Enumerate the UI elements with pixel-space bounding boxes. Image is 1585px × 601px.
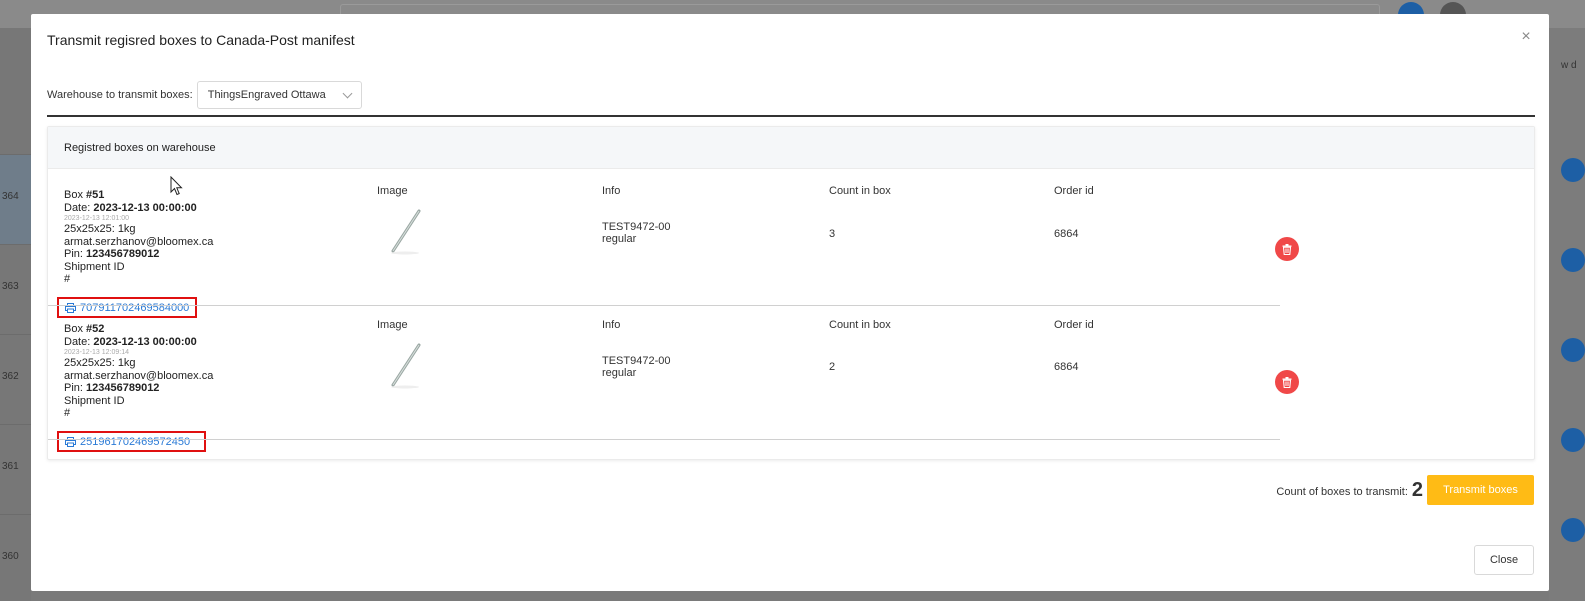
- count-value: 2: [1411, 478, 1423, 501]
- registered-boxes-card: Registred boxes on warehouse Box #51 Dat…: [47, 126, 1535, 460]
- background-row-id: 363: [0, 244, 31, 334]
- background-row-id: 360: [0, 514, 31, 601]
- box-info: TEST9472-00 regular: [602, 355, 670, 379]
- shipment-id-label: Shipment ID: [64, 394, 125, 407]
- printer-icon: [65, 436, 76, 447]
- background-left-column: 364 363 362 361 360: [0, 28, 31, 601]
- info-sku: TEST9472-00: [602, 221, 671, 233]
- date-label: Date:: [64, 335, 94, 348]
- background-action-icon: [1561, 428, 1585, 452]
- box-pin: 123456789012: [86, 248, 160, 260]
- tracking-link[interactable]: 707911702469584000: [57, 297, 197, 318]
- product-image: [391, 343, 421, 389]
- card-title: Registred boxes on warehouse: [48, 127, 1534, 169]
- count-label: Count of boxes to transmit:: [1276, 486, 1408, 498]
- column-header-count: Count in box: [829, 185, 891, 197]
- trash-icon: [1282, 243, 1292, 255]
- box-order-id: 6864: [1054, 361, 1079, 373]
- pin-label: Pin:: [64, 382, 87, 394]
- box-count: 2: [829, 361, 836, 373]
- date-label: Date:: [64, 201, 94, 214]
- mouse-cursor-icon: [170, 176, 183, 196]
- info-type: regular: [602, 367, 637, 379]
- column-header-order: Order id: [1054, 185, 1094, 197]
- trash-icon: [1282, 376, 1292, 388]
- box-email: armat.serzhanov@bloomex.ca: [64, 235, 214, 248]
- info-sku: TEST9472-00: [602, 355, 671, 367]
- tracking-number: 251961702469572450: [80, 435, 191, 448]
- box-pin: 123456789012: [86, 382, 160, 394]
- tracking-number: 707911702469584000: [80, 301, 190, 314]
- transmit-boxes-button[interactable]: Transmit boxes: [1427, 475, 1534, 505]
- background-header-text: w d: [1561, 60, 1577, 71]
- pin-label: Pin:: [64, 248, 87, 260]
- printer-icon: [65, 302, 76, 313]
- chevron-down-icon: [342, 88, 353, 98]
- transmit-count-row: Count of boxes to transmit: 2 Transmit b…: [1276, 475, 1534, 505]
- background-row-id: 364: [0, 154, 31, 244]
- background-row-id: 361: [0, 424, 31, 514]
- warehouse-select[interactable]: ThingsEngraved Ottawa: [196, 81, 362, 109]
- background-action-icon: [1561, 158, 1585, 182]
- row-separator: [48, 439, 1280, 440]
- box-label: Box: [64, 189, 87, 201]
- delete-box-button[interactable]: [1275, 237, 1299, 261]
- box-date: 2023-12-13 00:00:00: [93, 201, 197, 214]
- box-details: Box #52 Date: 2023-12-13 00:00:00 2023-1…: [64, 323, 213, 420]
- background-action-icon: [1561, 338, 1585, 362]
- transmit-modal: Transmit regisred boxes to Canada-Post m…: [31, 14, 1549, 591]
- box-count: 3: [829, 228, 836, 240]
- box-email: armat.serzhanov@bloomex.ca: [64, 369, 214, 382]
- column-header-info: Info: [602, 185, 621, 197]
- shipment-hash: #: [64, 407, 71, 419]
- box-date: 2023-12-13 00:00:00: [93, 335, 197, 348]
- delete-box-button[interactable]: [1275, 370, 1299, 394]
- info-type: regular: [602, 233, 637, 245]
- shipment-id-label: Shipment ID: [64, 260, 125, 273]
- close-button[interactable]: Close: [1474, 545, 1534, 575]
- background-action-icon: [1561, 248, 1585, 272]
- tracking-link[interactable]: 251961702469572450: [57, 431, 206, 452]
- warehouse-row: Warehouse to transmit boxes: ThingsEngra…: [47, 81, 362, 109]
- column-header-image: Image: [377, 185, 408, 197]
- box-dimensions: 25x25x25: 1kg: [64, 223, 136, 235]
- warehouse-selected-value: ThingsEngraved Ottawa: [207, 89, 326, 101]
- box-order-id: 6864: [1054, 228, 1079, 240]
- box-details: Box #51 Date: 2023-12-13 00:00:00 2023-1…: [64, 189, 213, 286]
- product-image: [391, 209, 421, 255]
- shipment-hash: #: [64, 273, 71, 285]
- box-dimensions: 25x25x25: 1kg: [64, 357, 136, 369]
- box-info: TEST9472-00 regular: [602, 221, 670, 245]
- box-label: Box: [64, 323, 87, 335]
- column-header-info: Info: [602, 319, 621, 331]
- warehouse-label: Warehouse to transmit boxes:: [47, 89, 193, 101]
- close-icon[interactable]: ×: [1517, 28, 1535, 46]
- column-header-image: Image: [377, 319, 408, 331]
- column-header-count: Count in box: [829, 319, 891, 331]
- column-header-order: Order id: [1054, 319, 1094, 331]
- box-number: #52: [86, 323, 105, 335]
- box-number: #51: [86, 189, 105, 201]
- modal-title: Transmit regisred boxes to Canada-Post m…: [47, 32, 355, 48]
- box-timestamp: 2023-12-13 12:01:00: [64, 215, 129, 222]
- box-timestamp: 2023-12-13 12:09:14: [64, 349, 129, 356]
- divider: [47, 115, 1535, 117]
- background-action-icon: [1561, 518, 1585, 542]
- background-row-id: 362: [0, 334, 31, 424]
- row-separator: [48, 305, 1280, 306]
- background-right-column: w d: [1549, 28, 1585, 601]
